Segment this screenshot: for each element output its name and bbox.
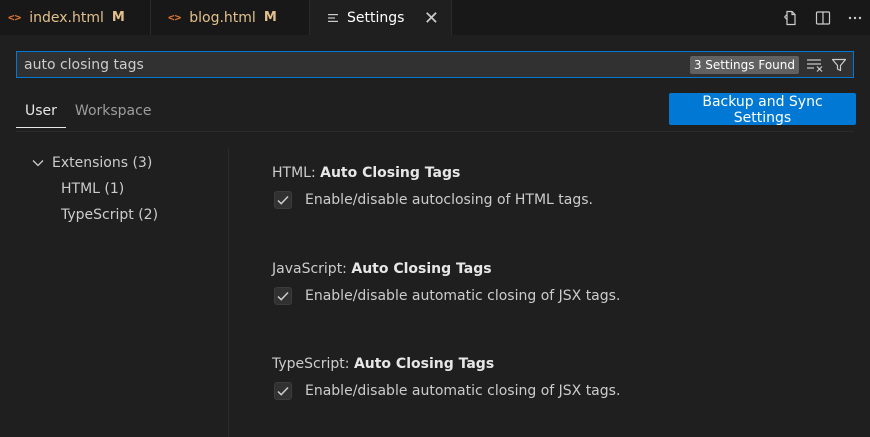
editor-tab-bar: <> index.html M <> blog.html M Settings … xyxy=(0,0,870,35)
setting-category: JavaScript: xyxy=(272,261,352,277)
checkmark-icon xyxy=(277,386,289,396)
filter-icon[interactable] xyxy=(829,55,849,75)
settings-scope-tabs: User Workspace xyxy=(16,93,160,128)
toc-label: Extensions (3) xyxy=(52,155,153,171)
toc-item-html[interactable]: HTML (1) xyxy=(32,176,222,202)
checkmark-icon xyxy=(277,195,289,205)
backup-and-sync-button[interactable]: Backup and Sync Settings xyxy=(669,93,856,126)
setting-title: JavaScript: Auto Closing Tags xyxy=(272,261,832,277)
tab-user[interactable]: User xyxy=(16,93,66,128)
tab-blog-html[interactable]: <> blog.html M xyxy=(151,0,310,35)
setting-category: HTML: xyxy=(272,165,321,181)
setting-html-auto-closing-tags: HTML: Auto Closing Tags Enable/disable a… xyxy=(272,165,832,209)
checkmark-icon xyxy=(277,291,289,301)
setting-javascript-auto-closing-tags: JavaScript: Auto Closing Tags Enable/dis… xyxy=(272,261,832,305)
setting-name: Auto Closing Tags xyxy=(320,165,461,181)
divider xyxy=(16,131,854,132)
settings-search-box: 3 Settings Found xyxy=(16,51,854,78)
setting-title: TypeScript: Auto Closing Tags xyxy=(272,356,832,372)
tab-label: blog.html xyxy=(189,9,256,26)
tab-label: index.html xyxy=(29,9,104,26)
setting-category: TypeScript: xyxy=(272,356,354,372)
setting-name: Auto Closing Tags xyxy=(351,261,492,277)
setting-checkbox[interactable] xyxy=(274,382,292,400)
split-editor-icon[interactable] xyxy=(814,9,832,27)
modified-badge: M xyxy=(263,10,277,25)
setting-description: Enable/disable autoclosing of HTML tags. xyxy=(305,192,593,208)
setting-typescript-auto-closing-tags: TypeScript: Auto Closing Tags Enable/dis… xyxy=(272,356,832,400)
modified-badge: M xyxy=(111,10,125,25)
close-icon[interactable]: ✕ xyxy=(424,8,439,29)
settings-editor-icon xyxy=(327,12,339,24)
setting-description: Enable/disable automatic closing of JSX … xyxy=(305,288,621,304)
setting-name: Auto Closing Tags xyxy=(353,356,495,372)
chevron-down-icon xyxy=(32,150,46,176)
html-file-icon: <> xyxy=(8,11,22,24)
setting-checkbox[interactable] xyxy=(274,191,292,209)
settings-search-input[interactable] xyxy=(17,51,690,78)
settings-toc: Extensions (3) HTML (1) TypeScript (2) xyxy=(32,150,222,228)
setting-title: HTML: Auto Closing Tags xyxy=(272,165,832,181)
setting-description: Enable/disable automatic closing of JSX … xyxy=(305,383,621,399)
results-count-badge: 3 Settings Found xyxy=(689,55,799,74)
tab-settings[interactable]: Settings ✕ xyxy=(310,0,452,35)
toc-item-typescript[interactable]: TypeScript (2) xyxy=(32,202,222,228)
more-actions-icon[interactable] xyxy=(846,9,864,27)
tab-label: Settings xyxy=(347,10,405,26)
editor-actions xyxy=(782,0,870,35)
toc-item-extensions[interactable]: Extensions (3) xyxy=(32,150,222,176)
html-file-icon: <> xyxy=(168,11,182,24)
tab-index-html[interactable]: <> index.html M xyxy=(0,0,151,35)
setting-checkbox[interactable] xyxy=(274,287,292,305)
open-settings-json-icon[interactable] xyxy=(782,9,800,27)
tab-workspace[interactable]: Workspace xyxy=(66,93,161,128)
clear-search-icon[interactable] xyxy=(805,55,825,75)
toc-splitter xyxy=(228,148,229,437)
